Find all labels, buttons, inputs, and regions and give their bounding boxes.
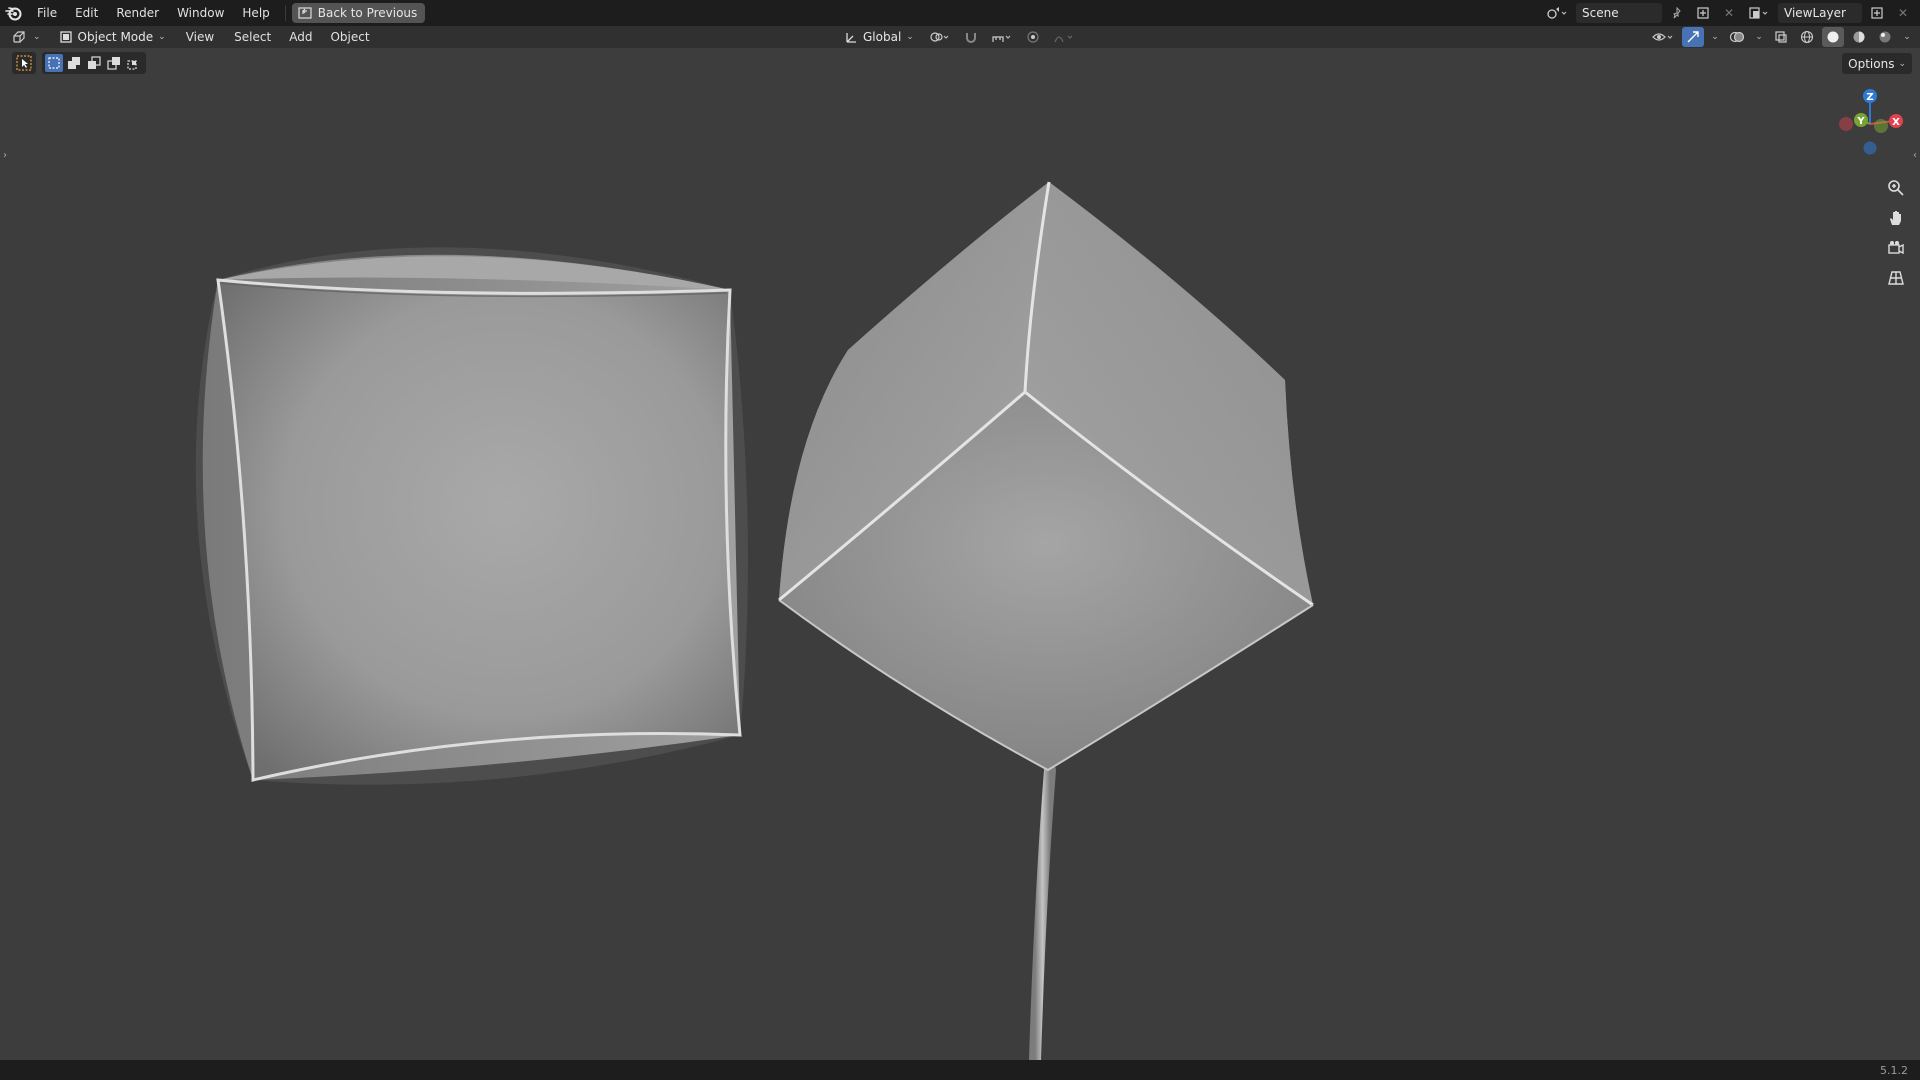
toolbar-expand-arrow[interactable]: › [0, 148, 10, 162]
new-view-layer-icon[interactable] [1866, 3, 1888, 23]
menu-file[interactable]: File [28, 0, 66, 26]
menu-window[interactable]: Window [168, 0, 233, 26]
status-bar: 5.1.2 [0, 1060, 1920, 1080]
blender-logo-icon[interactable] [0, 0, 28, 26]
chevron-down-icon: ⌄ [33, 32, 41, 42]
navigation-gizmo[interactable]: Z Y X [1828, 84, 1908, 164]
menu-object[interactable]: Object [324, 28, 375, 46]
gizmo-x-label: X [1892, 117, 1900, 128]
menu-add[interactable]: Add [283, 28, 318, 46]
sidebar-expand-arrow[interactable]: ‹ [1910, 148, 1920, 162]
selection-mode-group [42, 52, 146, 74]
editor-type-icon [13, 31, 25, 43]
pin-icon[interactable] [1666, 3, 1688, 23]
select-tool-button[interactable] [12, 52, 36, 74]
visibility-icon[interactable] [1648, 27, 1678, 47]
viewport-display-controls: ⌄ ⌄ ⌄ [1648, 26, 1914, 48]
view-layer-name: ViewLayer [1784, 6, 1846, 20]
gizmo-neg-y-icon[interactable] [1874, 119, 1888, 133]
inflated-cube[interactable] [195, 247, 748, 785]
version-label: 5.1.2 [1880, 1063, 1908, 1077]
mode-label: Object Mode [77, 30, 154, 44]
object-mode-icon [59, 31, 72, 43]
overlays-icon[interactable] [1726, 27, 1748, 47]
delete-view-layer-icon[interactable]: ✕ [1892, 3, 1914, 23]
cursor-select-icon [16, 55, 32, 71]
camera-view-icon[interactable] [1882, 234, 1910, 262]
3d-viewport[interactable]: › ‹ Z Y X [0, 48, 1920, 1060]
top-menu-bar: File Edit Render Window Help Back to Pre… [0, 0, 1920, 26]
delete-scene-icon[interactable]: ✕ [1718, 3, 1740, 23]
proportional-editing-icon[interactable] [1022, 27, 1044, 47]
viewport-header: ⌄ Object Mode ⌄ View Select Add Object G… [0, 26, 1920, 48]
chevron-down-icon: ⌄ [906, 32, 914, 42]
menu-separator [284, 5, 286, 21]
viewport-canvas [195, 181, 1314, 1060]
select-new-icon[interactable] [45, 54, 63, 72]
back-to-previous-label: Back to Previous [317, 6, 418, 20]
select-invert-icon[interactable] [105, 54, 123, 72]
wireframe-shading-icon[interactable] [1796, 27, 1818, 47]
transform-controls: Global ⌄ [838, 26, 1078, 48]
chevron-down-icon[interactable]: ⌄ [1708, 27, 1722, 47]
chevron-down-icon: ⌄ [1898, 58, 1906, 69]
select-intersect-icon[interactable] [125, 54, 143, 72]
menu-help[interactable]: Help [233, 0, 278, 26]
menu-view[interactable]: View [180, 28, 220, 46]
new-scene-icon[interactable] [1692, 3, 1714, 23]
snap-icon[interactable] [960, 27, 982, 47]
gizmo-y-label: Y [1856, 116, 1865, 127]
chevron-down-icon: ⌄ [158, 32, 166, 42]
xray-icon[interactable] [1770, 27, 1792, 47]
transform-orientation-dropdown[interactable]: Global ⌄ [838, 28, 920, 46]
zoom-icon[interactable] [1882, 174, 1910, 202]
pan-hand-icon[interactable] [1882, 204, 1910, 232]
mode-dropdown[interactable]: Object Mode ⌄ [53, 28, 172, 46]
falloff-icon[interactable] [1050, 27, 1078, 47]
menu-render[interactable]: Render [107, 0, 168, 26]
scene-name-field[interactable]: Scene [1576, 3, 1662, 23]
gizmo-neg-x-icon[interactable] [1839, 117, 1853, 131]
menu-select[interactable]: Select [228, 28, 277, 46]
solid-shading-icon[interactable] [1822, 27, 1844, 47]
tool-settings-row [12, 52, 146, 74]
back-to-previous-button[interactable]: Back to Previous [291, 3, 426, 23]
view-layer-name-field[interactable]: ViewLayer [1778, 3, 1862, 23]
gizmo-z-label: Z [1866, 92, 1873, 103]
material-shading-icon[interactable] [1848, 27, 1870, 47]
chevron-down-icon[interactable]: ⌄ [1900, 27, 1914, 47]
back-icon [298, 7, 312, 19]
view-layer-selector-icon[interactable] [1744, 3, 1774, 23]
options-dropdown[interactable]: Options ⌄ [1842, 53, 1912, 74]
gizmo-neg-z-icon[interactable] [1863, 141, 1877, 155]
orientation-icon [846, 33, 856, 43]
editor-type-button[interactable]: ⌄ [0, 28, 47, 46]
pivot-point-icon[interactable] [926, 27, 954, 47]
options-label: Options [1848, 56, 1895, 71]
scene-name: Scene [1582, 6, 1619, 20]
menu-edit[interactable]: Edit [66, 0, 107, 26]
rendered-shading-icon[interactable] [1874, 27, 1896, 47]
scene-selector-icon[interactable] [1542, 3, 1572, 23]
select-extend-icon[interactable] [65, 54, 83, 72]
gizmo-toggle-icon[interactable] [1682, 27, 1704, 47]
perspective-toggle-icon[interactable] [1882, 264, 1910, 292]
chevron-down-icon[interactable]: ⌄ [1752, 27, 1766, 47]
select-subtract-icon[interactable] [85, 54, 103, 72]
inflated-balloon[interactable] [778, 181, 1314, 1060]
transform-orientation-label: Global [863, 30, 902, 44]
snap-target-icon[interactable] [988, 27, 1016, 47]
scene-controls: Scene ✕ ViewLayer ✕ [1542, 0, 1920, 26]
